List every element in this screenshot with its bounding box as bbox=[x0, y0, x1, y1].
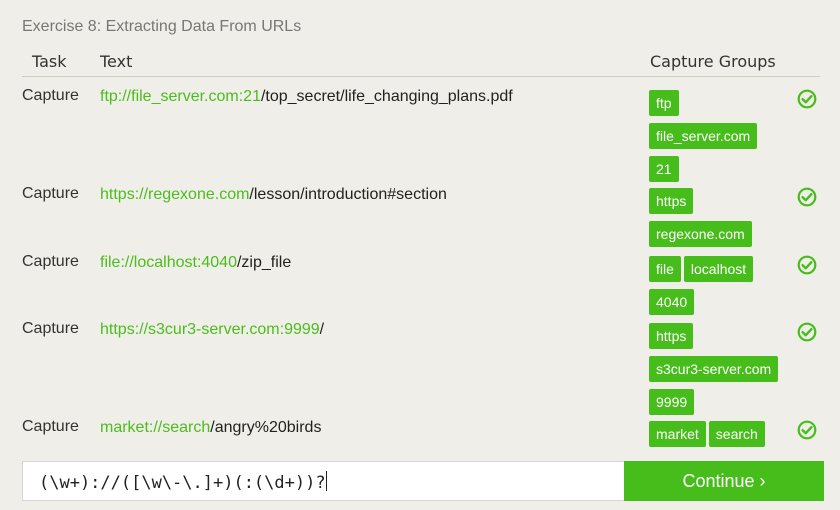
check-circle-icon bbox=[797, 89, 817, 109]
capture-groups: market search bbox=[649, 421, 789, 454]
capture-groups: https regexone.com bbox=[649, 188, 789, 254]
task-label: Capture bbox=[22, 320, 79, 337]
capture-group-chip: 9999 bbox=[649, 389, 695, 415]
capture-group-chip: 21 bbox=[649, 156, 679, 182]
capture-group-chip: market bbox=[649, 421, 706, 447]
check-circle-icon bbox=[797, 187, 817, 207]
capture-groups: ftp file_server.com 21 bbox=[649, 90, 789, 189]
unmatched-text: /lesson/introduction#section bbox=[249, 186, 447, 203]
capture-group-chip: file_server.com bbox=[649, 123, 758, 149]
regex-input[interactable]: (\w+)://([\w\-\.]+)(:(\d+))? bbox=[22, 461, 624, 501]
capture-group-chip: localhost bbox=[683, 256, 754, 282]
capture-groups: https s3cur3-server.com 9999 bbox=[649, 323, 789, 422]
check-circle-icon bbox=[797, 420, 817, 440]
column-header-capture-groups: Capture Groups bbox=[650, 52, 776, 71]
column-header-text: Text bbox=[100, 52, 133, 71]
task-label: Capture bbox=[22, 418, 79, 435]
unmatched-text: /zip_file bbox=[236, 254, 292, 271]
regex-input-value: (\w+)://([\w\-\.]+)(:(\d+))? bbox=[39, 473, 326, 493]
matched-text: https://s3cur3-server.com:9999 bbox=[100, 321, 320, 338]
row-text: https://regexone.com/lesson/introduction… bbox=[100, 186, 447, 204]
row-text: file://localhost:4040/zip_file bbox=[100, 254, 291, 272]
capture-group-chip: s3cur3-server.com bbox=[649, 356, 779, 382]
capture-group-chip: search bbox=[708, 421, 765, 447]
capture-group-chip: regexone.com bbox=[649, 221, 752, 247]
unmatched-text: /angry%20birds bbox=[210, 419, 322, 436]
text-cursor bbox=[325, 471, 327, 491]
row-text: market://search/angry%20birds bbox=[100, 419, 321, 437]
unmatched-text: / bbox=[319, 321, 325, 338]
matched-text: https://regexone.com bbox=[100, 186, 250, 203]
capture-group-chip: https bbox=[649, 188, 694, 214]
capture-group-chip: file bbox=[649, 256, 681, 282]
matched-text: ftp://file_server.com:21 bbox=[100, 88, 261, 105]
matched-text: file://localhost:4040 bbox=[100, 254, 237, 271]
row-text: https://s3cur3-server.com:9999/ bbox=[100, 321, 324, 339]
task-label: Capture bbox=[22, 253, 79, 270]
check-circle-icon bbox=[797, 322, 817, 342]
capture-group-chip: ftp bbox=[649, 90, 679, 116]
capture-groups: file localhost 4040 bbox=[649, 256, 789, 322]
check-circle-icon bbox=[797, 255, 817, 275]
task-label: Capture bbox=[22, 185, 79, 202]
unmatched-text: /top_secret/life_changing_plans.pdf bbox=[260, 88, 513, 105]
column-header-task: Task bbox=[32, 52, 67, 71]
capture-group-chip: 4040 bbox=[649, 289, 695, 315]
matched-text: market://search bbox=[100, 419, 211, 436]
row-text: ftp://file_server.com:21/top_secret/life… bbox=[100, 88, 513, 106]
task-label: Capture bbox=[22, 87, 79, 104]
table-header: Task Text Capture Groups bbox=[22, 48, 820, 77]
capture-group-chip: https bbox=[649, 323, 694, 349]
continue-button[interactable]: Continue › bbox=[624, 461, 824, 501]
exercise-title: Exercise 8: Extracting Data From URLs bbox=[22, 18, 302, 35]
